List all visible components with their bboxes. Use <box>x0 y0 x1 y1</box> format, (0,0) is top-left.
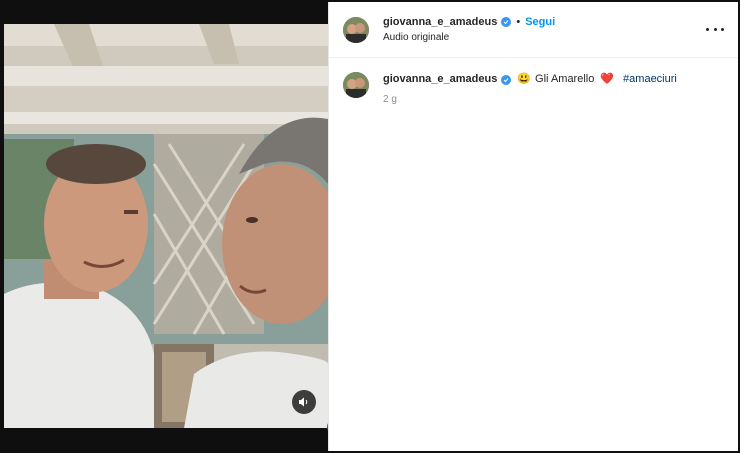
follow-button[interactable]: Segui <box>525 15 555 29</box>
post-video[interactable] <box>4 24 328 428</box>
avatar-image <box>343 72 369 98</box>
post-modal: giovanna_e_amadeus • Segui Audio origina… <box>0 0 740 453</box>
video-frame-image <box>4 24 328 428</box>
audio-link[interactable]: Audio originale <box>383 31 555 44</box>
caption-text: Gli Amarello <box>535 73 595 85</box>
speaker-icon <box>299 397 308 407</box>
caption-hashtag[interactable]: #amaeciuri <box>623 72 677 87</box>
author-username[interactable]: giovanna_e_amadeus <box>383 15 497 29</box>
caption-comment: giovanna_e_amadeus 😃 Gli Amarello ❤️ #am… <box>329 58 738 121</box>
post-header: giovanna_e_amadeus • Segui Audio origina… <box>329 2 738 58</box>
caption-text-row: giovanna_e_amadeus 😃 Gli Amarello ❤️ #am… <box>383 72 677 87</box>
caption-avatar[interactable] <box>343 72 369 98</box>
heart-emoji-icon: ❤️ <box>600 73 615 85</box>
header-separator: • <box>516 15 521 28</box>
verified-badge-icon <box>501 16 512 27</box>
post-timestamp[interactable]: 2 g <box>383 93 677 107</box>
verified-badge-icon <box>501 74 512 85</box>
header-meta: giovanna_e_amadeus • Segui Audio origina… <box>383 15 555 44</box>
caption-body: giovanna_e_amadeus 😃 Gli Amarello ❤️ #am… <box>383 72 677 107</box>
avatar-image <box>343 16 369 43</box>
author-avatar[interactable] <box>343 16 369 43</box>
smile-emoji-icon: 😃 <box>517 73 532 85</box>
audio-toggle-button[interactable] <box>292 390 316 414</box>
post-details-panel: giovanna_e_amadeus • Segui Audio origina… <box>328 2 738 451</box>
more-options-icon[interactable] <box>706 22 724 36</box>
caption-username[interactable]: giovanna_e_amadeus <box>383 72 497 87</box>
